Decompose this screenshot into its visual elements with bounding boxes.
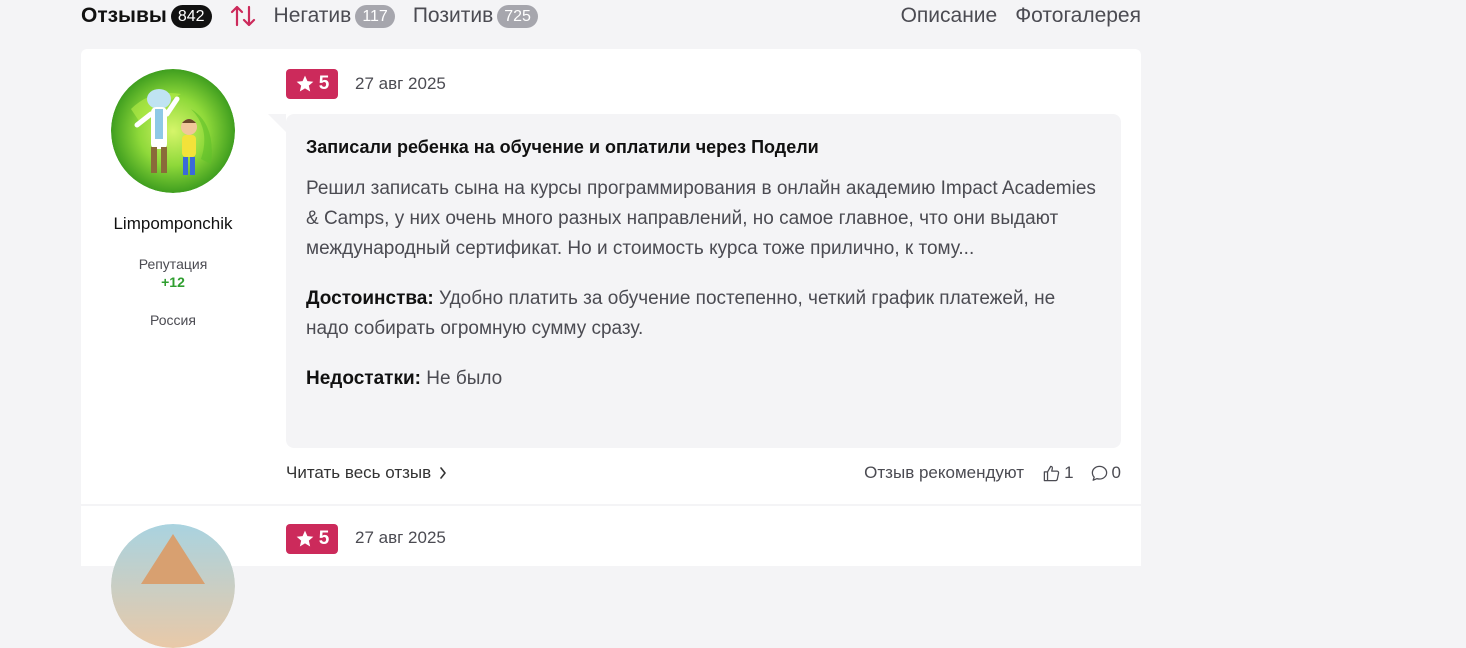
avatar-image xyxy=(111,69,235,193)
cons-text: Не было xyxy=(426,368,503,389)
rating-value-2: 5 xyxy=(318,528,330,549)
review-card: Limpomponchik Репутация +12 Россия 5 27 … xyxy=(81,49,1141,504)
review-footer: Читать весь отзыв Отзыв рекомендуют 1 0 xyxy=(286,459,1121,487)
review-cons: Недостатки: Не было xyxy=(306,364,1101,394)
thumbs-up-icon xyxy=(1043,465,1060,481)
like-button[interactable]: 1 xyxy=(1042,463,1074,483)
tab-reviews-count: 842 xyxy=(170,4,212,28)
tab-positive-label: Позитив xyxy=(412,4,494,27)
reviews-tabs: Отзывы 842 Негатив 117 Позитив 725 Описа… xyxy=(81,0,1141,32)
rating-badge: 5 xyxy=(286,69,338,99)
read-more-link[interactable]: Читать весь отзыв xyxy=(286,463,447,483)
avatar-2[interactable] xyxy=(111,524,235,648)
review-title[interactable]: Записали ребенка на обучение и оплатили … xyxy=(306,134,1101,160)
tab-gallery[interactable]: Фотогалерея xyxy=(1015,4,1141,28)
avatar[interactable] xyxy=(111,69,235,193)
author-country: Россия xyxy=(150,312,196,328)
star-icon xyxy=(296,530,314,547)
tab-description[interactable]: Описание xyxy=(901,4,998,28)
star-icon xyxy=(296,75,314,92)
sort-arrows-icon[interactable] xyxy=(230,4,256,28)
review-card-2: 5 27 авг 2025 xyxy=(81,506,1141,648)
reputation-value: +12 xyxy=(161,274,185,290)
review-reactions: Отзыв рекомендуют 1 0 xyxy=(864,463,1121,483)
pros-label: Достоинства: xyxy=(306,288,434,309)
tab-positive-count: 725 xyxy=(497,4,538,28)
rating-badge-2: 5 xyxy=(286,524,338,554)
cons-label: Недостатки: xyxy=(306,368,421,389)
comment-button[interactable]: 0 xyxy=(1090,463,1121,483)
tab-negative-label: Негатив xyxy=(273,4,352,27)
review-pros: Достоинства: Удобно платить за обучение … xyxy=(306,284,1101,344)
bubble-tail xyxy=(268,114,286,132)
tab-reviews[interactable]: Отзывы 842 xyxy=(81,4,212,28)
tab-positive[interactable]: Позитив 725 xyxy=(413,4,538,28)
chevron-right-icon xyxy=(440,467,446,479)
tab-negative[interactable]: Негатив 117 xyxy=(274,4,395,28)
review-date: 27 авг 2025 xyxy=(355,74,446,93)
like-count: 1 xyxy=(1064,463,1074,482)
review-body: Записали ребенка на обучение и оплатили … xyxy=(268,114,1121,448)
rating-value: 5 xyxy=(318,73,330,94)
comment-count: 0 xyxy=(1111,463,1121,482)
tabs-right-group: Описание Фотогалерея xyxy=(883,4,1141,28)
review-date-2: 27 авг 2025 xyxy=(355,528,446,547)
recommend-label: Отзыв рекомендуют xyxy=(864,463,1025,482)
comment-icon xyxy=(1091,465,1107,481)
review-text: Решил записать сына на курсы программиро… xyxy=(306,178,1096,259)
tab-reviews-label: Отзывы xyxy=(81,4,167,27)
avatar-2-image xyxy=(111,524,235,648)
read-more-label: Читать весь отзыв xyxy=(286,463,432,482)
reputation-label: Репутация xyxy=(138,256,208,272)
tab-negative-count: 117 xyxy=(355,4,395,28)
author-name[interactable]: Limpomponchik xyxy=(81,214,265,234)
